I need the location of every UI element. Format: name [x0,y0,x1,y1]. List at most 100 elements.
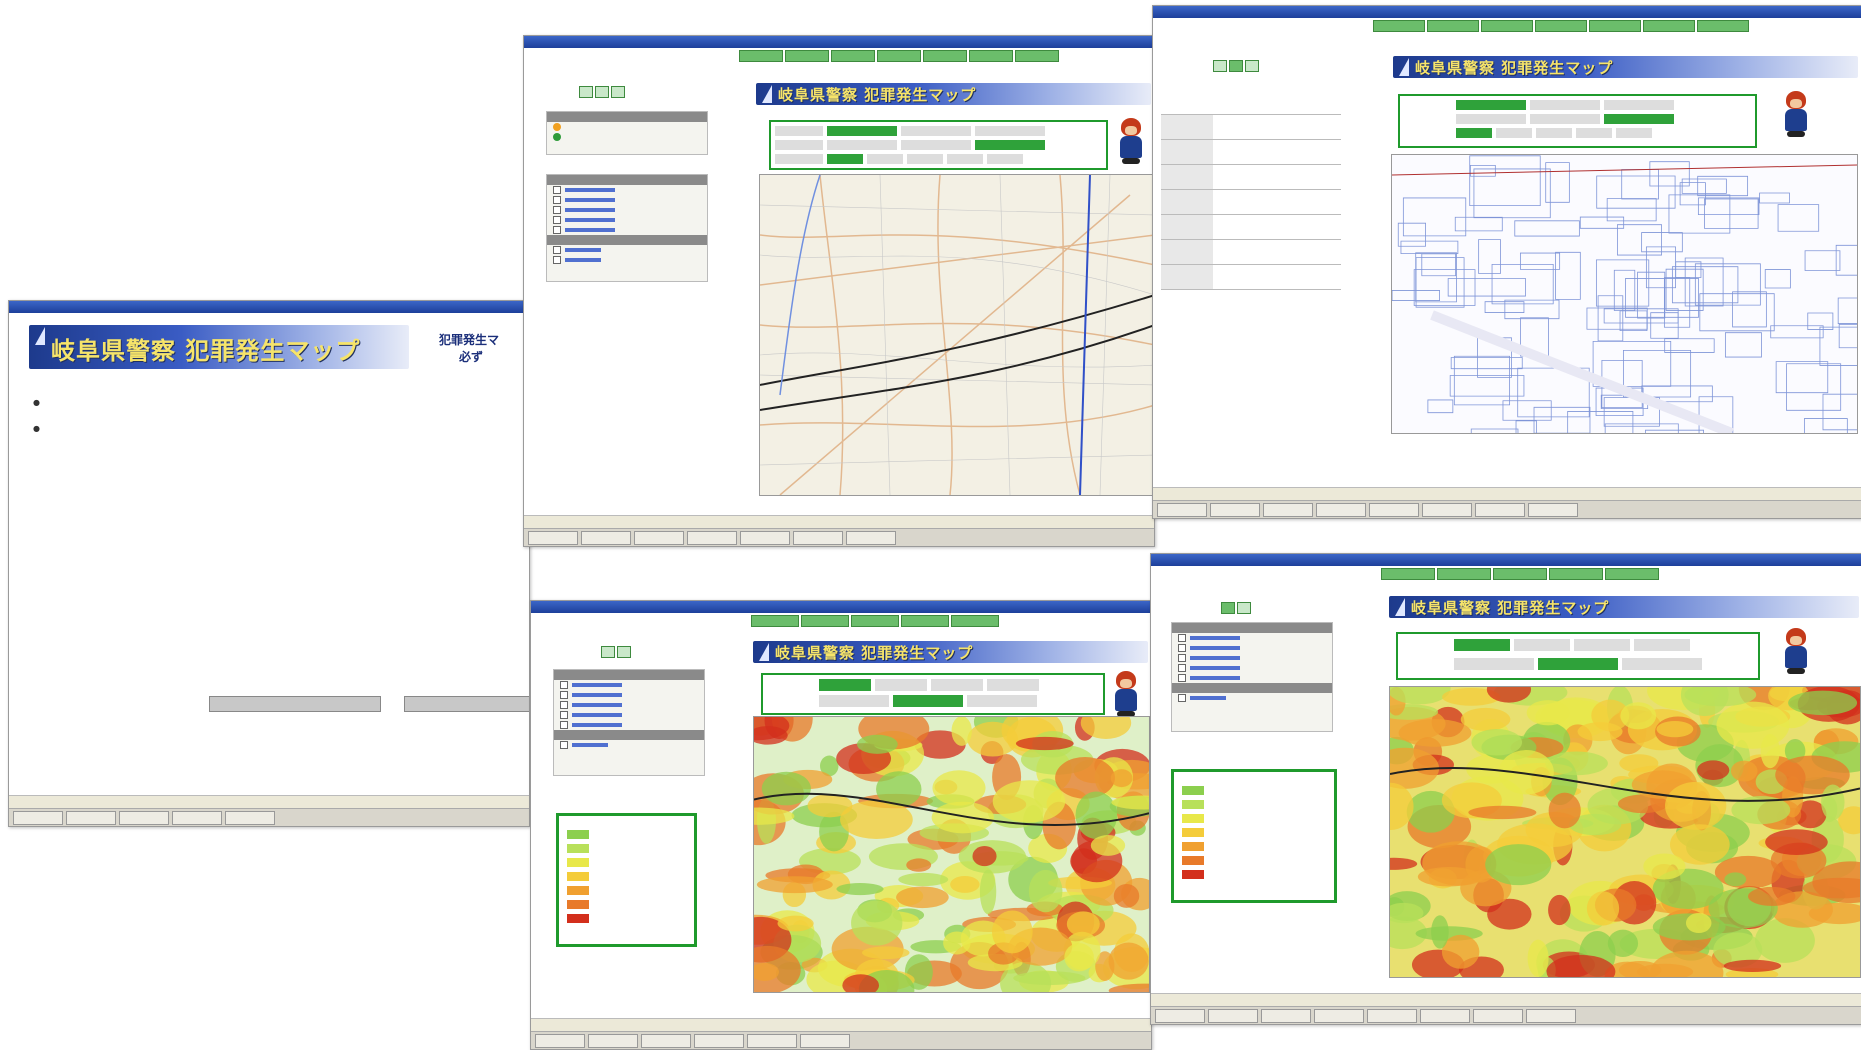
period-option[interactable] [1622,658,1702,670]
time-option[interactable] [947,154,983,164]
taskbar-button[interactable] [1316,503,1366,517]
period-option[interactable] [901,140,971,150]
taskbar-button[interactable] [1367,1009,1417,1023]
toolbar-tab[interactable] [901,615,949,627]
checkbox[interactable] [560,741,568,749]
taskbar-button[interactable] [1420,1009,1470,1023]
layer-item[interactable] [547,185,707,195]
street-detail-map[interactable] [1391,154,1858,434]
taskbar-button[interactable] [1422,503,1472,517]
time-option[interactable] [987,154,1023,164]
time-option[interactable] [1536,128,1572,138]
taskbar-button[interactable] [528,531,578,545]
toolbar-tab[interactable] [1481,20,1533,32]
checkbox[interactable] [560,711,568,719]
checkbox[interactable] [1178,654,1186,662]
crime-type-option[interactable] [1454,639,1510,651]
period-option[interactable] [1454,658,1534,670]
layer-item[interactable] [547,245,707,255]
checkbox[interactable] [1178,664,1186,672]
guide-button[interactable] [209,696,381,712]
time-option[interactable] [907,154,943,164]
time-option[interactable] [1616,128,1652,138]
taskbar-button[interactable] [1210,503,1260,517]
toolbar-tab[interactable] [1605,568,1659,580]
layer-item[interactable] [547,215,707,225]
taskbar-button[interactable] [1208,1009,1258,1023]
toolbar-tab[interactable] [1427,20,1479,32]
layer-item[interactable] [554,740,704,750]
time-option[interactable] [827,154,863,164]
crime-type-option[interactable] [987,679,1039,691]
toolbar-tab[interactable] [1589,20,1641,32]
crime-type-option[interactable] [1574,639,1630,651]
side-tab[interactable] [595,86,609,98]
toolbar-tab[interactable] [1373,20,1425,32]
toolbar-tab[interactable] [1643,20,1695,32]
time-option[interactable] [1576,128,1612,138]
checkbox[interactable] [560,701,568,709]
taskbar-button[interactable] [694,1034,744,1048]
checkbox[interactable] [553,226,561,234]
layer-item[interactable] [547,225,707,235]
crime-type-option[interactable] [1634,639,1690,651]
layer-item[interactable] [554,710,704,720]
toolbar-tab[interactable] [851,615,899,627]
toolbar-tab[interactable] [831,50,875,62]
period-option[interactable] [827,140,897,150]
taskbar-button[interactable] [793,531,843,545]
crime-type-option[interactable] [819,679,871,691]
layer-item[interactable] [1172,663,1332,673]
checkbox[interactable] [553,186,561,194]
crime-point-map[interactable] [759,174,1154,496]
toolbar-tab[interactable] [785,50,829,62]
toolbar-tab[interactable] [951,615,999,627]
period-option[interactable] [975,140,1045,150]
taskbar-button[interactable] [740,531,790,545]
taskbar-button[interactable] [1473,1009,1523,1023]
checkbox[interactable] [1178,634,1186,642]
layer-item[interactable] [1172,643,1332,653]
checkbox[interactable] [1178,694,1186,702]
toolbar-tab[interactable] [1549,568,1603,580]
toolbar-tab[interactable] [739,50,783,62]
crime-type-option[interactable] [931,679,983,691]
taskbar-button[interactable] [1314,1009,1364,1023]
crime-type-option[interactable] [827,126,897,136]
checkbox[interactable] [560,691,568,699]
taskbar-button[interactable] [641,1034,691,1048]
map-button[interactable] [404,696,529,712]
crime-type-option[interactable] [1604,100,1674,110]
checkbox[interactable] [560,681,568,689]
checkbox[interactable] [553,246,561,254]
toolbar-tab[interactable] [1381,568,1435,580]
heat-map[interactable] [753,716,1150,993]
toolbar-tab[interactable] [877,50,921,62]
layer-item[interactable] [554,700,704,710]
layer-item[interactable] [554,680,704,690]
taskbar-button[interactable] [13,811,63,825]
time-option[interactable] [867,154,903,164]
taskbar-button[interactable] [1475,503,1525,517]
layer-item[interactable] [1172,633,1332,643]
taskbar-button[interactable] [172,811,222,825]
taskbar-button[interactable] [800,1034,850,1048]
side-tab[interactable] [601,646,615,658]
toolbar-tab[interactable] [1015,50,1059,62]
period-option[interactable] [967,695,1037,707]
side-tab[interactable] [617,646,631,658]
toolbar-tab[interactable] [923,50,967,62]
checkbox[interactable] [560,721,568,729]
time-option[interactable] [1496,128,1532,138]
period-option[interactable] [1604,114,1674,124]
taskbar-button[interactable] [1263,503,1313,517]
time-option[interactable] [1456,128,1492,138]
checkbox[interactable] [553,196,561,204]
layer-item[interactable] [547,255,707,265]
side-tab[interactable] [611,86,625,98]
taskbar-button[interactable] [119,811,169,825]
side-tab[interactable] [1213,60,1227,72]
taskbar-button[interactable] [1369,503,1419,517]
period-option[interactable] [819,695,889,707]
checkbox[interactable] [553,216,561,224]
